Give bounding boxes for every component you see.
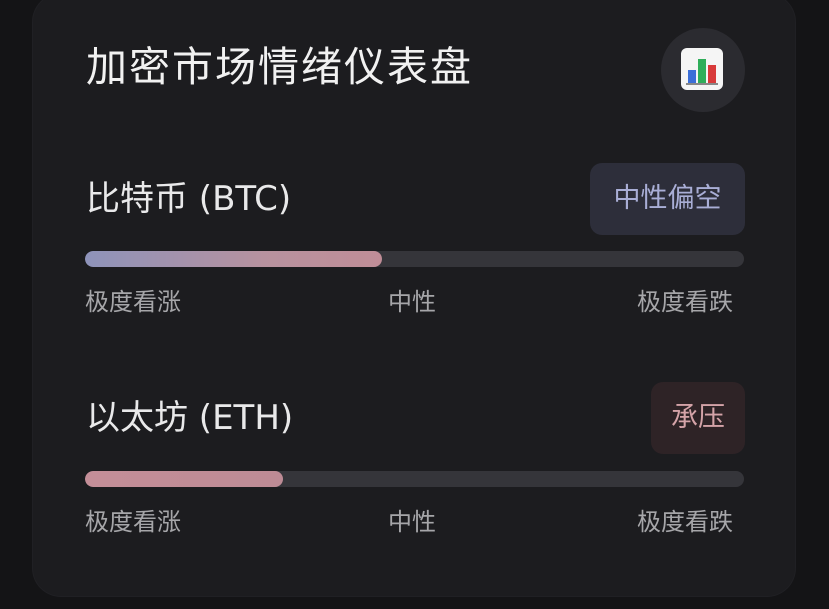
btc-scale-neutral-label: 中性	[388, 288, 436, 316]
eth-sentiment-track	[85, 471, 744, 487]
btc-sentiment-badge: 中性偏空	[590, 163, 745, 235]
chart-button[interactable]	[661, 28, 745, 112]
btc-sentiment-track	[85, 251, 744, 267]
btc-asset-name: 比特币 (BTC)	[86, 179, 292, 219]
bar-chart-icon	[681, 48, 723, 90]
eth-asset-name: 以太坊 (ETH)	[86, 398, 294, 438]
dashboard-title: 加密市场情绪仪表盘	[86, 43, 473, 91]
eth-scale-bullish-label: 极度看涨	[85, 508, 181, 536]
eth-scale-neutral-label: 中性	[388, 508, 436, 536]
eth-sentiment-badge: 承压	[651, 382, 745, 454]
btc-scale-bullish-label: 极度看涨	[85, 288, 181, 316]
btc-scale-bearish-label: 极度看跌	[637, 288, 733, 316]
page: 加密市场情绪仪表盘 比特币 (BTC) 中性偏空 极度看涨 中性 极度看跌 以太…	[0, 0, 829, 609]
eth-sentiment-fill	[85, 471, 283, 487]
btc-sentiment-fill	[85, 251, 382, 267]
eth-scale-bearish-label: 极度看跌	[637, 508, 733, 536]
